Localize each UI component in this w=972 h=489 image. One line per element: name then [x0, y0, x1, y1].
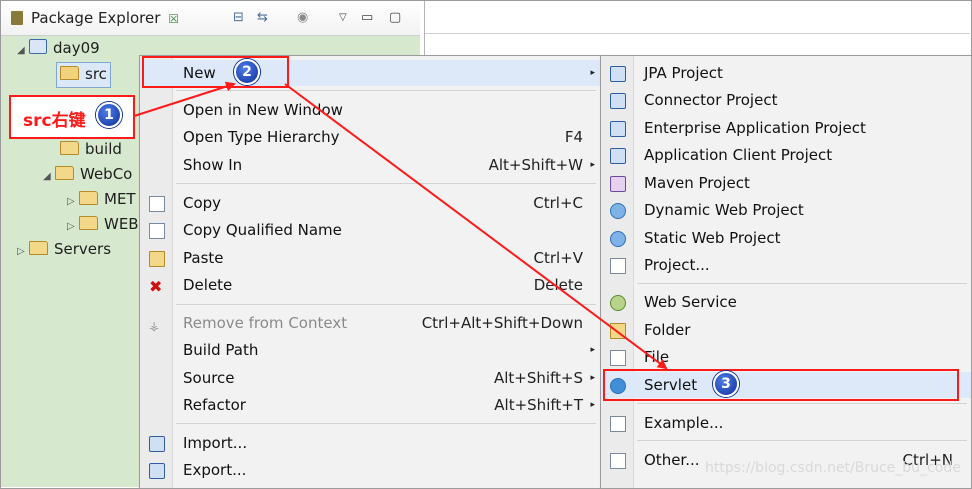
- step-badge-2: 2: [234, 59, 260, 85]
- arrow-step1-to-new: [130, 81, 236, 118]
- step-badge-3: 3: [713, 371, 739, 397]
- step-badge-1: 1: [96, 102, 122, 128]
- step1-note-text: src右键: [23, 111, 86, 131]
- arrow-new-to-servlet: [284, 83, 668, 370]
- annotation-arrows: [130, 81, 668, 370]
- watermark: https://blog.csdn.net/Bruce_bu_code: [705, 460, 961, 476]
